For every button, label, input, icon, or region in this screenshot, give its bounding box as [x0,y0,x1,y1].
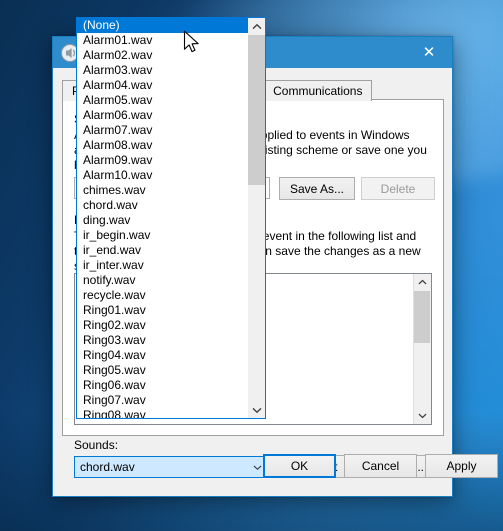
scroll-down-icon[interactable] [414,407,430,424]
scroll-thumb[interactable] [248,35,265,185]
sounds-dropdown-list[interactable]: (None) Alarm01.wav Alarm02.wav Alarm03.wav A… [77,18,248,418]
dropdown-item[interactable]: Alarm08.wav [77,138,248,153]
dropdown-item[interactable]: Ring04.wav [77,348,248,363]
dropdown-item[interactable]: Alarm07.wav [77,123,248,138]
dropdown-item[interactable]: Ring01.wav [77,303,248,318]
dropdown-item[interactable]: Ring02.wav [77,318,248,333]
dropdown-item[interactable]: Alarm03.wav [77,63,248,78]
dropdown-item[interactable]: chimes.wav [77,183,248,198]
ok-button[interactable]: OK [263,454,336,478]
sounds-dropdown-popup[interactable]: (None) Alarm01.wav Alarm02.wav Alarm03.wav A… [76,17,266,419]
scroll-thumb[interactable] [414,291,430,343]
dropdown-item[interactable]: chord.wav [77,198,248,213]
dropdown-item[interactable]: Alarm09.wav [77,153,248,168]
dropdown-item[interactable]: Alarm06.wav [77,108,248,123]
dropdown-item[interactable]: Alarm05.wav [77,93,248,108]
dropdown-item[interactable]: ding.wav [77,213,248,228]
dropdown-item[interactable]: recycle.wav [77,288,248,303]
dropdown-item[interactable]: Ring07.wav [77,393,248,408]
dialog-footer: OK Cancel Apply [53,443,498,496]
dropdown-item[interactable]: Ring08.wav [77,408,248,418]
scroll-up-icon[interactable] [248,18,265,35]
dropdown-item[interactable]: Ring05.wav [77,363,248,378]
dropdown-item[interactable]: ir_inter.wav [77,258,248,273]
dropdown-item[interactable]: Alarm04.wav [77,78,248,93]
cancel-button[interactable]: Cancel [344,454,417,478]
apply-button[interactable]: Apply [425,454,498,478]
dropdown-item[interactable]: notify.wav [77,273,248,288]
sounds-dropdown-scrollbar[interactable] [248,18,265,418]
tab-communications[interactable]: Communications [263,80,373,101]
dropdown-item[interactable]: Alarm02.wav [77,48,248,63]
dropdown-item[interactable]: (None) [77,18,248,33]
scroll-down-icon[interactable] [248,401,265,418]
program-events-scrollbar[interactable] [413,274,431,424]
dropdown-item[interactable]: Ring03.wav [77,333,248,348]
dropdown-item[interactable]: Alarm01.wav [77,33,248,48]
scroll-up-icon[interactable] [414,274,430,291]
dropdown-item[interactable]: Alarm10.wav [77,168,248,183]
dropdown-item[interactable]: ir_end.wav [77,243,248,258]
close-icon[interactable]: ✕ [406,37,452,68]
save-as-button[interactable]: Save As... [279,177,355,200]
caption-buttons: ✕ [406,37,452,68]
dropdown-item[interactable]: ir_begin.wav [77,228,248,243]
delete-button[interactable]: Delete [361,177,435,200]
dropdown-item[interactable]: Ring06.wav [77,378,248,393]
